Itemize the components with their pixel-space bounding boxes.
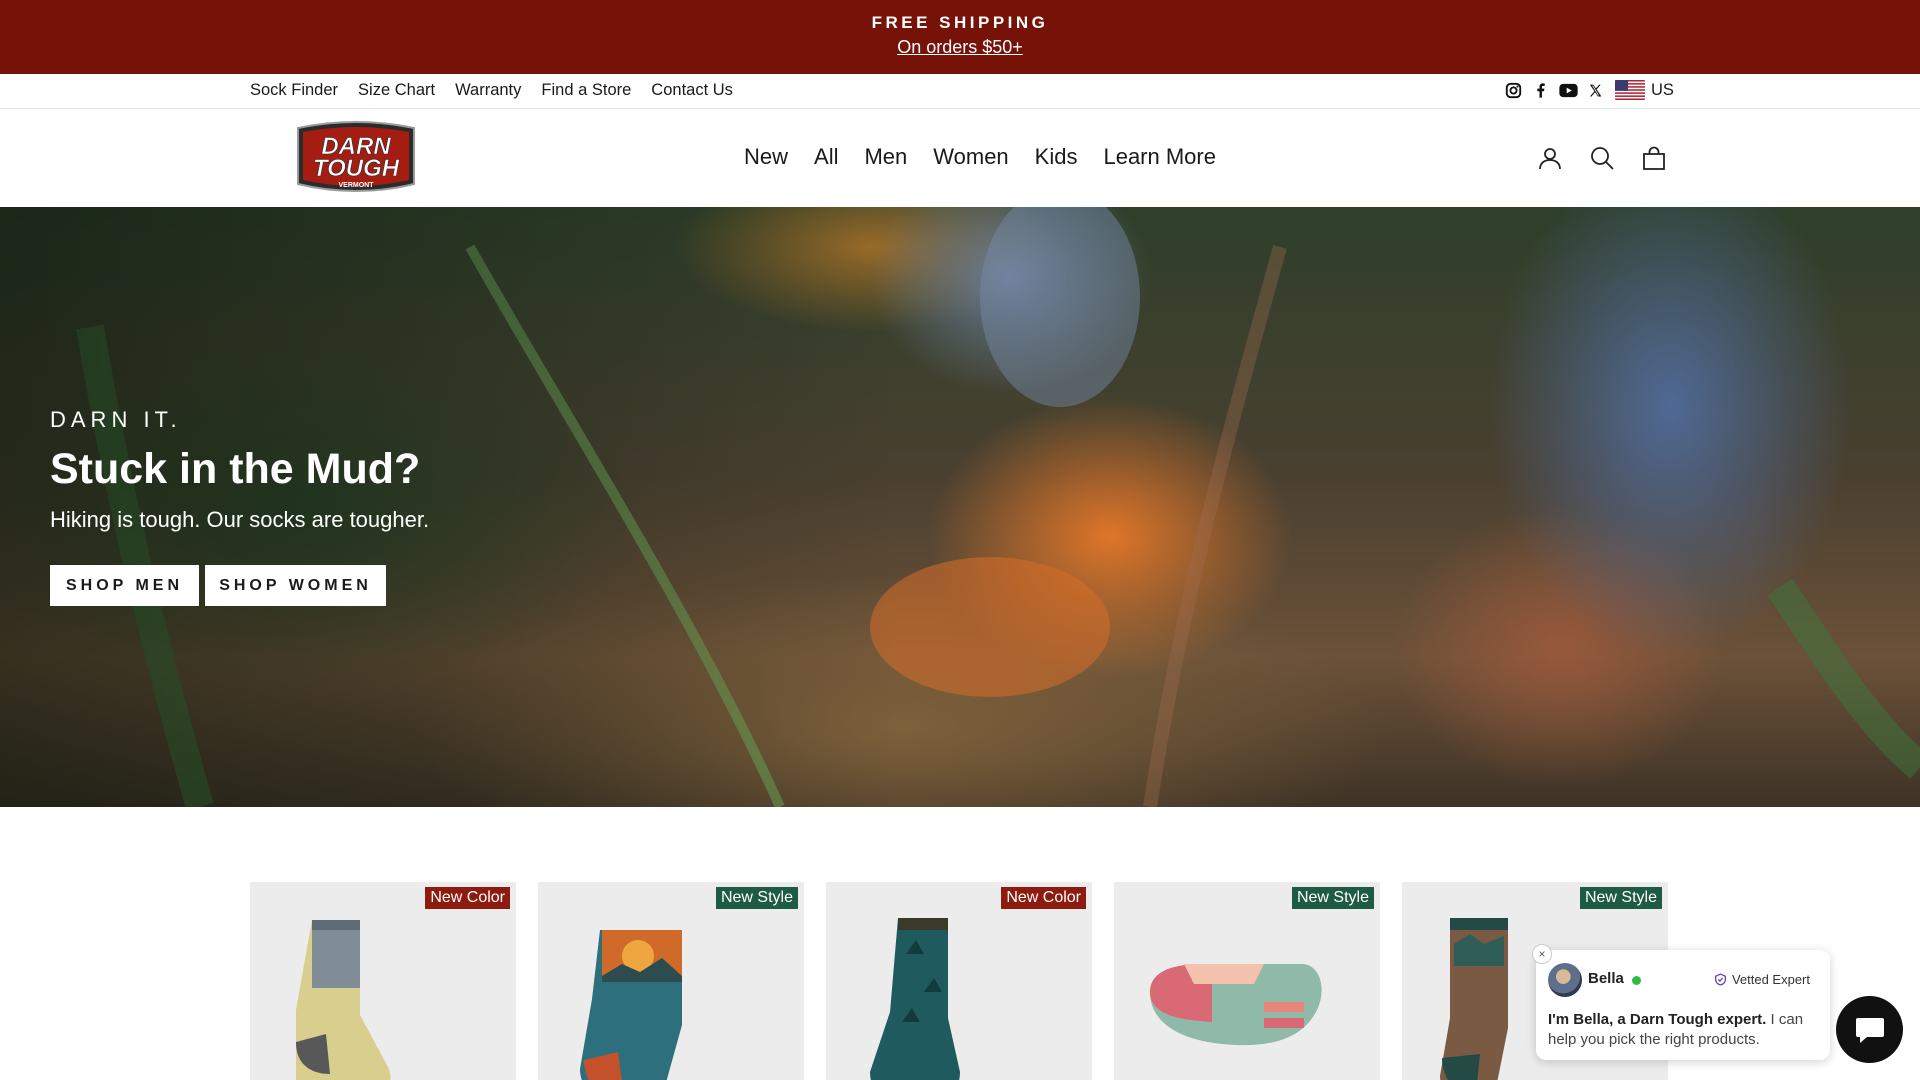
- hero-eyebrow: DARN IT.: [50, 407, 182, 432]
- account-icon[interactable]: [1538, 146, 1562, 170]
- youtube-icon[interactable]: [1559, 82, 1578, 99]
- facebook-icon[interactable]: [1532, 82, 1549, 99]
- header-icons: [1538, 146, 1666, 170]
- utility-link-size-chart[interactable]: Size Chart: [358, 81, 435, 100]
- shop-men-button[interactable]: SHOP MEN: [50, 565, 199, 606]
- social-links: US: [1505, 80, 1674, 100]
- product-badge: New Style: [1579, 887, 1662, 909]
- logo-line-2: TOUGH: [313, 155, 400, 182]
- country-selector[interactable]: US: [1615, 80, 1674, 100]
- utility-link-contact-us[interactable]: Contact Us: [651, 81, 733, 100]
- hero-title: Stuck in the Mud?: [50, 445, 421, 493]
- chat-message: I'm Bella, a Darn Tough expert. I can he…: [1548, 1010, 1818, 1050]
- utility-link-find-a-store[interactable]: Find a Store: [541, 81, 631, 100]
- instagram-icon[interactable]: [1505, 82, 1522, 99]
- announcement-link[interactable]: On orders $50+: [0, 37, 1920, 58]
- nav-item-men[interactable]: Men: [864, 144, 907, 170]
- product-badge: New Style: [715, 887, 798, 909]
- chat-message-bold: I'm Bella, a Darn Tough expert.: [1548, 1011, 1767, 1028]
- utility-links: Sock Finder Size Chart Warranty Find a S…: [250, 81, 733, 100]
- announcement-bar: FREE SHIPPING On orders $50+: [0, 0, 1920, 74]
- chat-widget[interactable]: × Bella Vetted Expert I'm Bella, a Darn …: [1532, 944, 1830, 1060]
- darn-tough-logo[interactable]: DARN TOUGH VERMONT: [292, 120, 420, 196]
- product-image: [1150, 964, 1322, 1046]
- product-image: [296, 920, 391, 1080]
- product-card[interactable]: New Style: [1114, 882, 1380, 1080]
- product-card[interactable]: New Style: [538, 882, 804, 1080]
- cart-icon[interactable]: [1642, 146, 1666, 170]
- vetted-expert-badge: Vetted Expert: [1714, 972, 1810, 987]
- nav-item-kids[interactable]: Kids: [1035, 144, 1078, 170]
- product-badge: New Color: [425, 887, 510, 909]
- product-carousel: New Color New Style New Color New Style: [250, 882, 1668, 1080]
- utility-link-warranty[interactable]: Warranty: [455, 81, 521, 100]
- chat-launcher-button[interactable]: [1836, 996, 1903, 1063]
- country-label: US: [1651, 80, 1674, 99]
- hero-banner: DARN IT. Stuck in the Mud? Hiking is tou…: [0, 207, 1920, 807]
- product-image: [870, 918, 960, 1080]
- nav-item-learn-more[interactable]: Learn More: [1103, 144, 1216, 170]
- x-icon[interactable]: [1588, 83, 1603, 98]
- logo-line-3: VERMONT: [339, 182, 375, 189]
- hero-subtitle: Hiking is tough. Our socks are tougher.: [50, 507, 430, 532]
- main-nav: New All Men Women Kids Learn More: [744, 144, 1216, 170]
- product-card[interactable]: New Color: [826, 882, 1092, 1080]
- announcement-title: FREE SHIPPING: [871, 13, 1049, 32]
- utility-link-sock-finder[interactable]: Sock Finder: [250, 81, 338, 100]
- avatar: [1548, 963, 1582, 997]
- product-card[interactable]: New Color: [250, 882, 516, 1080]
- close-icon[interactable]: ×: [1532, 944, 1552, 964]
- utility-bar: Sock Finder Size Chart Warranty Find a S…: [0, 74, 1920, 109]
- nav-item-all[interactable]: All: [814, 144, 838, 170]
- vetted-expert-label: Vetted Expert: [1731, 972, 1810, 987]
- product-badge: New Style: [1291, 887, 1374, 909]
- nav-item-new[interactable]: New: [744, 144, 788, 170]
- chat-agent-name: Bella: [1588, 970, 1624, 987]
- online-status-dot: [1632, 976, 1641, 985]
- chat-bubble-icon: [1855, 1017, 1884, 1043]
- search-icon[interactable]: [1590, 146, 1614, 170]
- shield-check-icon: [1714, 973, 1726, 986]
- shop-women-button[interactable]: SHOP WOMEN: [205, 565, 386, 606]
- product-image: [580, 930, 682, 1080]
- us-flag-icon: [1615, 80, 1645, 100]
- site-header: DARN TOUGH VERMONT New All Men Women Kid…: [0, 110, 1920, 207]
- nav-item-women[interactable]: Women: [933, 144, 1008, 170]
- product-badge: New Color: [1001, 887, 1086, 909]
